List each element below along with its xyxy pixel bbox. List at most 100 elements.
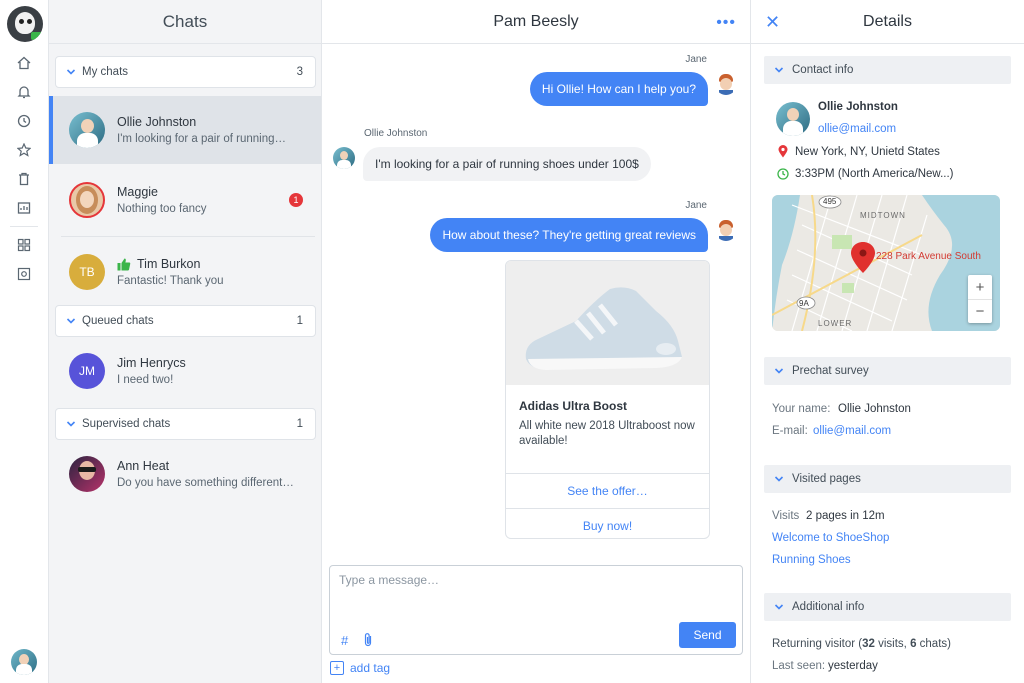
chat-name: Maggie <box>117 185 158 199</box>
group-my-chats[interactable]: My chats 3 <box>55 56 316 88</box>
star-icon[interactable] <box>15 141 33 159</box>
avatar: JM <box>69 353 105 389</box>
send-button[interactable]: Send <box>679 622 736 648</box>
chat-item-maggie[interactable]: Maggie Nothing too fancy 1 <box>49 166 321 234</box>
chat-name: Ann Heat <box>117 459 170 473</box>
map-zoom-control: + − <box>968 275 992 323</box>
visits-value: 2 pages in 12m <box>806 510 885 522</box>
close-icon[interactable]: ✕ <box>765 12 780 33</box>
contact-local-time: 3:33PM (North America/New...) <box>795 168 954 180</box>
visited-page-link[interactable]: Welcome to ShoeShop <box>772 532 889 544</box>
prechat-email-label: E-mail: <box>772 425 808 437</box>
group-label: Queued chats <box>82 315 154 327</box>
message-input[interactable] <box>339 573 733 609</box>
visits-label: Visits <box>772 510 800 522</box>
section-additional-info[interactable]: Additional info <box>764 593 1011 621</box>
attachment-icon[interactable] <box>362 632 374 648</box>
section-contact-info[interactable]: Contact info <box>764 56 1011 84</box>
thumbs-up-icon <box>117 258 131 270</box>
avatar <box>69 112 105 148</box>
chat-preview: Nothing too fancy <box>117 203 207 215</box>
history-icon[interactable] <box>15 112 33 130</box>
chat-name: Tim Burkon <box>137 257 201 271</box>
chat-name-row: Tim Burkon <box>117 257 302 271</box>
section-prechat-survey[interactable]: Prechat survey <box>764 357 1011 385</box>
zoom-in-button[interactable]: + <box>968 275 992 299</box>
group-count: 1 <box>296 418 303 430</box>
chat-name: Jim Henrycs <box>117 356 186 370</box>
rail-divider <box>10 226 38 227</box>
avatar <box>69 456 105 492</box>
prechat-name-label: Your name: <box>772 403 831 415</box>
chat-item-ann[interactable]: Ann Heat Do you have something different… <box>49 440 321 508</box>
home-icon[interactable] <box>15 54 33 72</box>
settings-icon[interactable] <box>15 265 33 283</box>
conversation-header: Pam Beesly ••• <box>322 0 750 44</box>
chat-name: Ollie Johnston <box>117 115 197 129</box>
trash-icon[interactable] <box>15 170 33 188</box>
chevron-down-icon <box>774 67 784 73</box>
group-label: My chats <box>82 66 129 78</box>
message-author: Jane <box>685 200 707 211</box>
map-label: 9A <box>799 299 809 308</box>
divider <box>61 236 315 237</box>
details-panel: ✕ Details Contact info Ollie Johnston ol… <box>751 0 1024 683</box>
group-count: 3 <box>296 66 303 78</box>
add-tag-link[interactable]: + add tag <box>330 661 390 675</box>
prechat-email-value[interactable]: ollie@mail.com <box>813 425 891 437</box>
more-options-icon[interactable]: ••• <box>716 14 736 32</box>
product-description: All white new 2018 Ultraboost now availa… <box>519 420 695 447</box>
bell-icon[interactable] <box>15 83 33 101</box>
app-logo[interactable] <box>7 6 43 42</box>
unread-badge: 1 <box>289 193 303 207</box>
chevron-down-icon <box>774 368 784 374</box>
buy-now-button[interactable]: Buy now! <box>506 508 709 538</box>
map-label: LOWER <box>818 319 853 328</box>
prechat-name-value: Ollie Johnston <box>838 403 911 415</box>
chevron-down-icon <box>66 318 76 324</box>
avatar <box>69 182 105 218</box>
chat-item-tim[interactable]: TB Tim Burkon Fantastic! Thank you <box>49 238 321 306</box>
chat-item-jim[interactable]: JM Jim Henrycs I need two! <box>49 337 321 405</box>
chats-title: Chats <box>49 0 321 44</box>
location-map[interactable]: 495 9A MIDTOWN LOWER 228 Park Avenue Sou… <box>772 195 1000 331</box>
avatar: TB <box>69 254 105 290</box>
chat-preview: Fantastic! Thank you <box>117 275 224 287</box>
zoom-out-button[interactable]: − <box>968 299 992 323</box>
section-label: Additional info <box>792 601 865 613</box>
map-address: 228 Park Avenue South <box>876 251 981 262</box>
conversation-panel: Pam Beesly ••• Jane Hi Ollie! How can I … <box>322 0 751 683</box>
contact-email[interactable]: ollie@mail.com <box>818 123 896 135</box>
contact-avatar <box>776 102 810 136</box>
hash-icon[interactable]: # <box>341 633 348 648</box>
group-label: Supervised chats <box>82 418 171 430</box>
message-author: Jane <box>685 54 707 65</box>
apps-icon[interactable] <box>15 236 33 254</box>
my-avatar[interactable] <box>11 649 37 675</box>
see-offer-button[interactable]: See the offer… <box>506 473 709 508</box>
product-card: Adidas Ultra Boost All white new 2018 Ul… <box>505 260 710 539</box>
reports-icon[interactable] <box>15 199 33 217</box>
chat-preview: I'm looking for a pair of running… <box>117 133 287 145</box>
chevron-down-icon <box>66 421 76 427</box>
group-supervised-chats[interactable]: Supervised chats 1 <box>55 408 316 440</box>
section-label: Contact info <box>792 64 854 76</box>
chat-item-ollie[interactable]: Ollie Johnston I'm looking for a pair of… <box>49 96 321 164</box>
clock-icon <box>777 168 789 180</box>
returning-visitor-text: Returning visitor (32 visits, 6 chats) <box>772 638 951 650</box>
contact-location: New York, NY, Unietd States <box>795 146 940 158</box>
message-bubble-agent: How about these? They're getting great r… <box>430 218 708 252</box>
group-queued-chats[interactable]: Queued chats 1 <box>55 305 316 337</box>
chevron-down-icon <box>66 69 76 75</box>
location-pin-icon <box>778 145 788 158</box>
message-bubble-agent: Hi Ollie! How can I help you? <box>529 72 708 106</box>
plus-icon: + <box>330 661 344 675</box>
chat-preview: I need two! <box>117 374 174 386</box>
product-title: Adidas Ultra Boost <box>519 399 628 413</box>
chat-preview: Do you have something different… <box>117 477 294 489</box>
map-label: 495 <box>823 197 837 206</box>
group-count: 1 <box>296 315 303 327</box>
visited-page-link[interactable]: Running Shoes <box>772 554 851 566</box>
agent-avatar <box>715 73 737 95</box>
section-visited-pages[interactable]: Visited pages <box>764 465 1011 493</box>
